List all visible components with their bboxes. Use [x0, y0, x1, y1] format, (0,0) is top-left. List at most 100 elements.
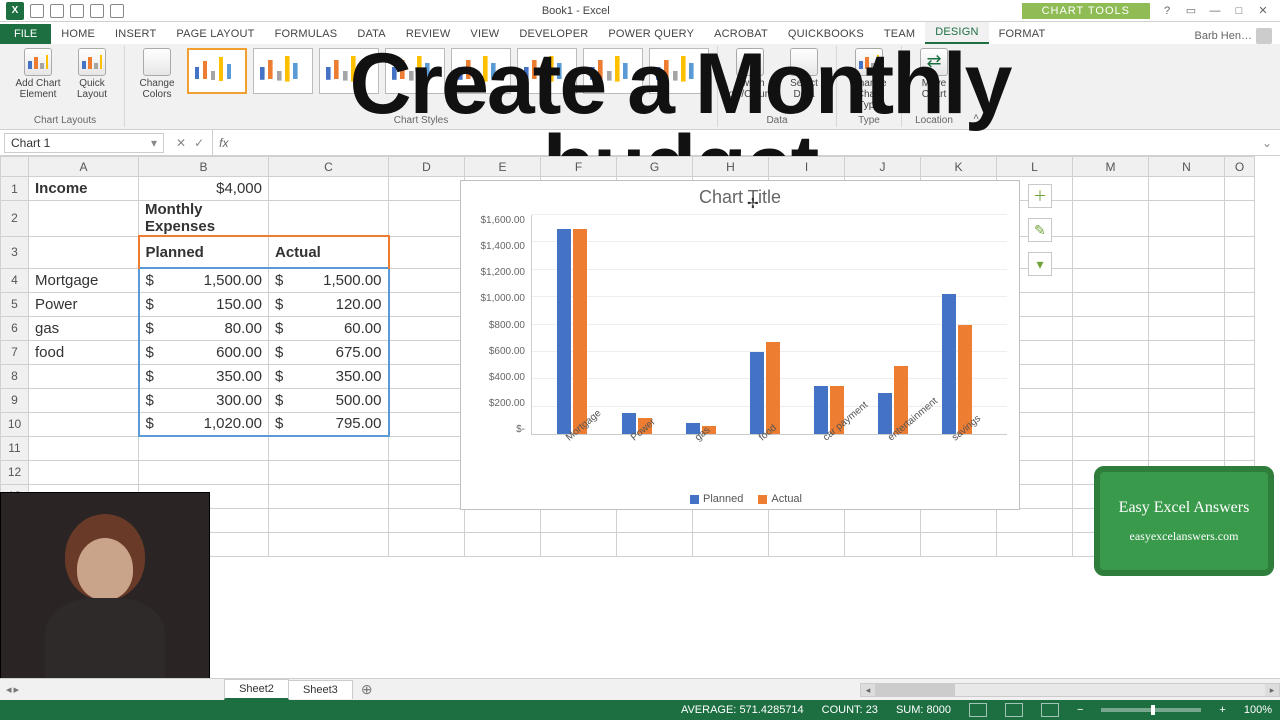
- bar-planned-3[interactable]: [750, 352, 764, 434]
- enter-formula-icon[interactable]: ✓: [194, 136, 204, 150]
- tab-file[interactable]: FILE: [0, 24, 51, 44]
- cell-C3[interactable]: Actual: [269, 236, 389, 268]
- zoom-out-button[interactable]: −: [1077, 704, 1083, 716]
- chart-legend[interactable]: Planned Actual: [461, 493, 1019, 505]
- cell-B8[interactable]: $350.00: [139, 364, 269, 388]
- chart-style-7[interactable]: [583, 48, 643, 94]
- chevron-down-icon[interactable]: ▾: [151, 136, 157, 150]
- help-icon[interactable]: ?: [1160, 5, 1174, 17]
- qat-save-icon[interactable]: [30, 4, 44, 18]
- tab-developer[interactable]: DEVELOPER: [509, 24, 598, 44]
- tab-acrobat[interactable]: ACROBAT: [704, 24, 778, 44]
- cell-A6[interactable]: gas: [29, 316, 139, 340]
- contextual-tab-label: CHART TOOLS: [1022, 3, 1150, 19]
- tab-format[interactable]: FORMAT: [989, 24, 1056, 44]
- chart-elements-button[interactable]: ＋: [1028, 184, 1052, 208]
- column-headers[interactable]: ABC DEF GHI JKL MNO: [1, 157, 1255, 177]
- cancel-formula-icon[interactable]: ✕: [176, 136, 186, 150]
- tab-insert[interactable]: INSERT: [105, 24, 166, 44]
- cell-B1[interactable]: $4,000: [139, 177, 269, 201]
- move-chart-button[interactable]: ⇄Move Chart: [910, 48, 958, 100]
- new-sheet-button[interactable]: ⊕: [353, 681, 381, 698]
- cell-A7[interactable]: food: [29, 340, 139, 364]
- qat-undo-icon[interactable]: [50, 4, 64, 18]
- account-menu[interactable]: Barb Hen…: [1187, 28, 1280, 44]
- chart-filter-button[interactable]: ▾: [1028, 252, 1052, 276]
- chart-title[interactable]: Chart Title: [461, 181, 1019, 210]
- cell-B9[interactable]: $300.00: [139, 388, 269, 412]
- add-chart-element-button[interactable]: Add Chart Element: [14, 48, 62, 100]
- expand-formula-bar-icon[interactable]: ⌄: [1254, 136, 1280, 150]
- tab-quickbooks[interactable]: QuickBooks: [778, 24, 874, 44]
- tab-review[interactable]: REVIEW: [396, 24, 461, 44]
- cell-B10[interactable]: $1,020.00: [139, 412, 269, 436]
- bar-actual-0[interactable]: [573, 229, 587, 434]
- switch-row-col-button[interactable]: Switch Row/Column: [726, 48, 774, 100]
- cell-C5[interactable]: $120.00: [269, 292, 389, 316]
- chart-style-1[interactable]: [187, 48, 247, 94]
- chart-style-8[interactable]: [649, 48, 709, 94]
- tab-formulas[interactable]: FORMULAS: [265, 24, 348, 44]
- zoom-level[interactable]: 100%: [1244, 704, 1272, 716]
- cell-B2[interactable]: Monthly Expenses: [139, 201, 269, 237]
- chart-style-3[interactable]: [319, 48, 379, 94]
- change-colors-button[interactable]: Change Colors: [133, 48, 181, 100]
- tab-design[interactable]: DESIGN: [925, 22, 988, 44]
- presenter-photo: [0, 492, 210, 682]
- view-page-layout-icon[interactable]: [1005, 703, 1023, 717]
- cell-A1[interactable]: Income: [29, 177, 139, 201]
- zoom-in-button[interactable]: +: [1219, 704, 1225, 716]
- tab-home[interactable]: HOME: [51, 24, 105, 44]
- tab-page-layout[interactable]: PAGE LAYOUT: [166, 24, 264, 44]
- cell-C9[interactable]: $500.00: [269, 388, 389, 412]
- cell-B7[interactable]: $600.00: [139, 340, 269, 364]
- chart-style-4[interactable]: [385, 48, 445, 94]
- bar-actual-3[interactable]: [766, 342, 780, 434]
- chart-style-6[interactable]: [517, 48, 577, 94]
- tab-team[interactable]: TEAM: [874, 24, 925, 44]
- bar-planned-0[interactable]: [557, 229, 571, 434]
- cell-C4[interactable]: $1,500.00: [269, 268, 389, 292]
- sheet-nav-prev-icon[interactable]: ◂: [6, 683, 12, 696]
- tab-view[interactable]: VIEW: [460, 24, 509, 44]
- cell-B4[interactable]: $1,500.00: [139, 268, 269, 292]
- sheet-tab-sheet2[interactable]: Sheet2: [224, 679, 289, 700]
- cell-C8[interactable]: $350.00: [269, 364, 389, 388]
- name-box[interactable]: Chart 1 ▾: [4, 133, 164, 153]
- name-box-value: Chart 1: [11, 136, 50, 150]
- ribbon-options-icon[interactable]: ▭: [1184, 4, 1198, 17]
- select-data-button[interactable]: Select Data: [780, 48, 828, 100]
- chart-style-2[interactable]: [253, 48, 313, 94]
- cell-C10[interactable]: $795.00: [269, 412, 389, 436]
- cell-C7[interactable]: $675.00: [269, 340, 389, 364]
- view-normal-icon[interactable]: [969, 703, 987, 717]
- maximize-icon[interactable]: □: [1232, 5, 1246, 17]
- minimize-icon[interactable]: —: [1208, 5, 1222, 17]
- horizontal-scrollbar[interactable]: ◂▸: [860, 683, 1280, 697]
- cell-C6[interactable]: $60.00: [269, 316, 389, 340]
- cell-A5[interactable]: Power: [29, 292, 139, 316]
- qat-custom-icon[interactable]: [110, 4, 124, 18]
- qat-redo-icon[interactable]: [70, 4, 84, 18]
- qat-touch-icon[interactable]: [90, 4, 104, 18]
- chart-styles-button[interactable]: ✎: [1028, 218, 1052, 242]
- tab-data[interactable]: DATA: [347, 24, 396, 44]
- tab-power-query[interactable]: POWER QUERY: [598, 24, 704, 44]
- change-chart-type-button[interactable]: Change Chart Type: [845, 48, 893, 111]
- close-icon[interactable]: ✕: [1256, 4, 1270, 17]
- fx-icon[interactable]: fx: [213, 136, 234, 150]
- cell-B3[interactable]: Planned: [139, 236, 269, 268]
- sheet-nav-next-icon[interactable]: ▸: [14, 683, 20, 696]
- cell-A4[interactable]: Mortgage: [29, 268, 139, 292]
- bar-planned-4[interactable]: [814, 386, 828, 434]
- cell-B5[interactable]: $150.00: [139, 292, 269, 316]
- sheet-tab-sheet3[interactable]: Sheet3: [288, 680, 353, 699]
- quick-layout-button[interactable]: Quick Layout: [68, 48, 116, 100]
- zoom-slider[interactable]: [1101, 708, 1201, 712]
- view-page-break-icon[interactable]: [1041, 703, 1059, 717]
- cell-B6[interactable]: $80.00: [139, 316, 269, 340]
- collapse-ribbon-icon[interactable]: ˄: [966, 46, 986, 127]
- quick-access-toolbar: X: [0, 2, 130, 20]
- chart-style-5[interactable]: [451, 48, 511, 94]
- embedded-chart[interactable]: Chart Title ✢ $1,600.00$1,400.00 $1,200.…: [460, 180, 1020, 510]
